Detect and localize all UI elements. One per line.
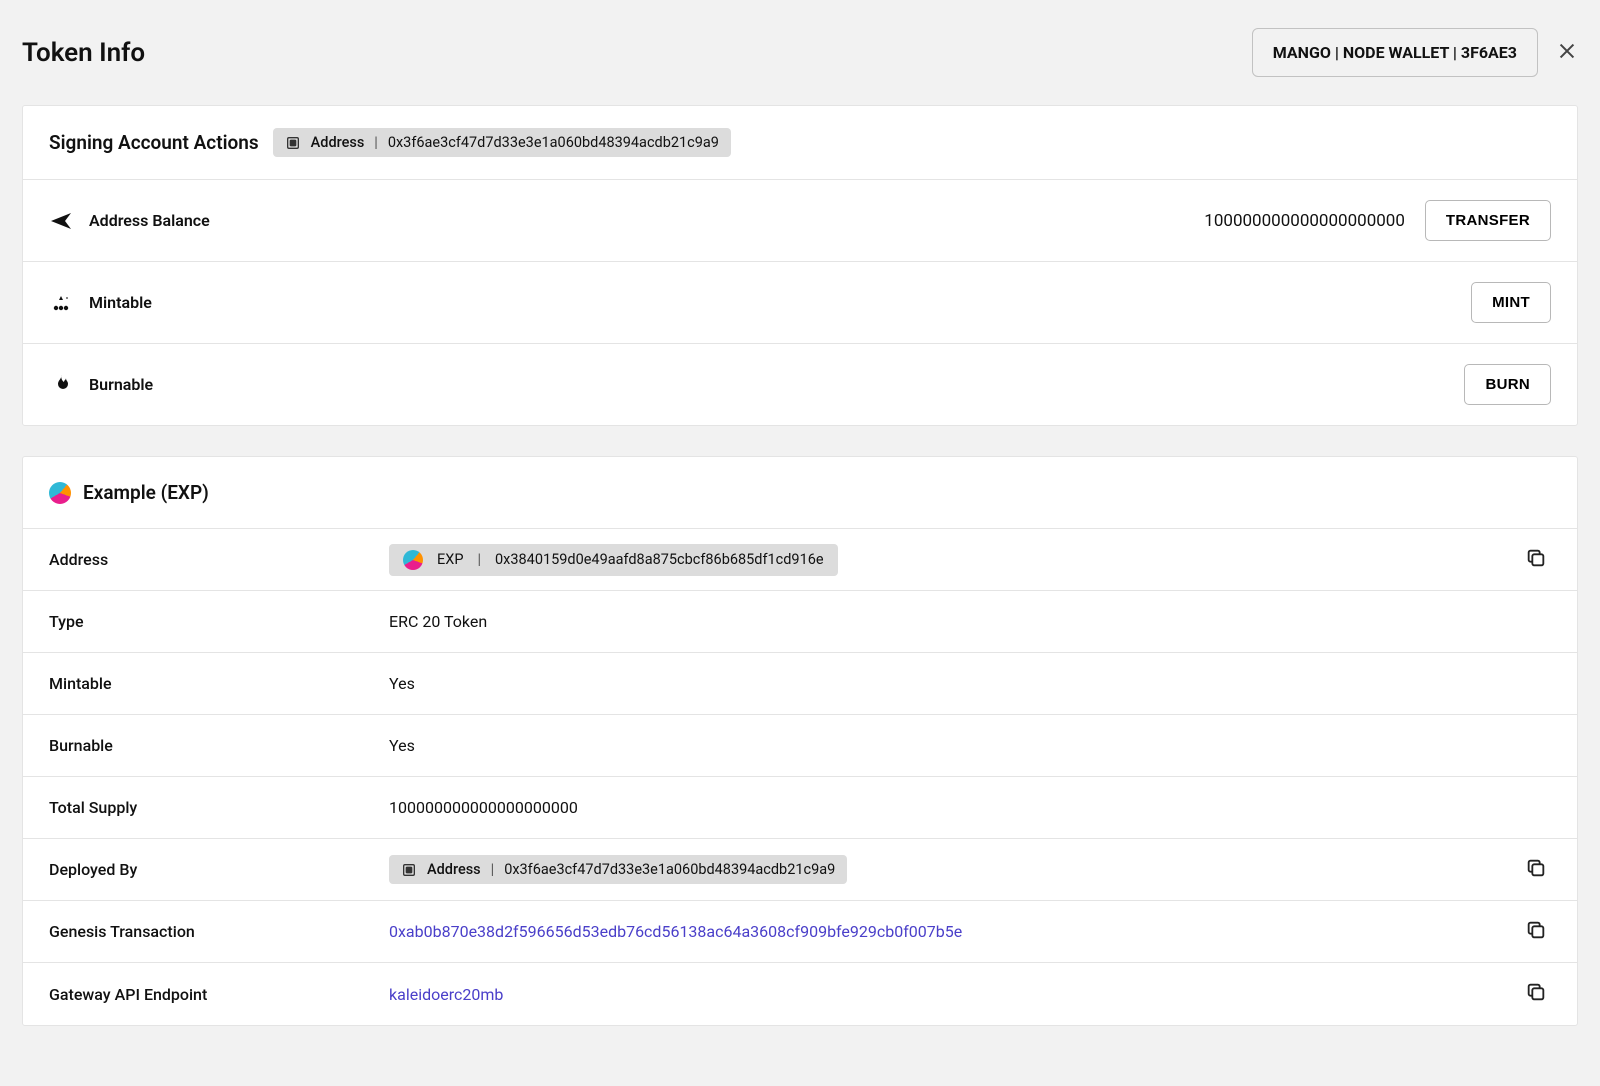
close-button[interactable] — [1556, 40, 1578, 66]
token-deployed-row: Deployed By Address | 0x3f6ae3cf47d7d33e… — [23, 839, 1577, 901]
mint-icon — [49, 291, 89, 315]
copy-deployed-button[interactable] — [1521, 853, 1551, 887]
burn-button[interactable]: BURN — [1464, 364, 1551, 405]
token-supply-value: 100000000000000000000 — [389, 798, 1551, 817]
deployed-address-label: Address — [427, 861, 481, 878]
token-deployed-label: Deployed By — [49, 860, 389, 879]
token-symbol: EXP — [437, 551, 463, 568]
copy-gateway-button[interactable] — [1521, 977, 1551, 1011]
token-logo-icon — [49, 482, 71, 504]
token-gateway-value[interactable]: kaleidoerc20mb — [389, 985, 1521, 1004]
balance-label: Address Balance — [89, 211, 210, 230]
burnable-label: Burnable — [89, 375, 153, 394]
address-icon — [401, 862, 417, 878]
signing-title: Signing Account Actions — [49, 131, 259, 154]
address-icon — [285, 135, 301, 151]
token-burnable-value: Yes — [389, 736, 1551, 755]
signing-card-header: Signing Account Actions Address | 0x3f6a… — [23, 106, 1577, 180]
token-genesis-label: Genesis Transaction — [49, 922, 389, 941]
token-type-label: Type — [49, 612, 389, 631]
token-address-label: Address — [49, 550, 389, 569]
token-type-row: Type ERC 20 Token — [23, 591, 1577, 653]
mintable-row: Mintable MINT — [23, 262, 1577, 344]
token-card-header: Example (EXP) — [23, 457, 1577, 529]
copy-icon — [1525, 857, 1547, 879]
burn-icon — [49, 373, 89, 397]
token-mintable-value: Yes — [389, 674, 1551, 693]
copy-icon — [1525, 547, 1547, 569]
token-title: Example (EXP) — [83, 481, 209, 504]
token-genesis-value[interactable]: 0xab0b870e38d2f596656d53edb76cd56138ac64… — [389, 922, 1521, 941]
close-icon — [1556, 40, 1578, 62]
token-mintable-row: Mintable Yes — [23, 653, 1577, 715]
copy-address-button[interactable] — [1521, 543, 1551, 577]
deployed-address-chip: Address | 0x3f6ae3cf47d7d33e3e1a060bd483… — [389, 855, 847, 884]
signing-address-chip: Address | 0x3f6ae3cf47d7d33e3e1a060bd483… — [273, 128, 731, 157]
wallet-badge[interactable]: MANGO | NODE WALLET | 3F6AE3 — [1252, 28, 1538, 77]
token-mintable-label: Mintable — [49, 674, 389, 693]
mint-button[interactable]: MINT — [1471, 282, 1551, 323]
page-header: Token Info MANGO | NODE WALLET | 3F6AE3 — [22, 0, 1578, 105]
token-gateway-label: Gateway API Endpoint — [49, 985, 389, 1004]
token-logo-icon — [403, 550, 423, 570]
deployed-address-value: 0x3f6ae3cf47d7d33e3e1a060bd48394acdb21c9… — [504, 861, 835, 878]
copy-icon — [1525, 981, 1547, 1003]
copy-genesis-button[interactable] — [1521, 915, 1551, 949]
token-supply-row: Total Supply 100000000000000000000 — [23, 777, 1577, 839]
signing-address-value: 0x3f6ae3cf47d7d33e3e1a060bd48394acdb21c9… — [388, 134, 719, 151]
transfer-button[interactable]: TRANSFER — [1425, 200, 1551, 241]
balance-row: Address Balance 100000000000000000000 TR… — [23, 180, 1577, 262]
balance-value: 100000000000000000000 — [1204, 211, 1405, 231]
token-genesis-row: Genesis Transaction 0xab0b870e38d2f59665… — [23, 901, 1577, 963]
token-address-value: 0x3840159d0e49aafd8a875cbcf86b685df1cd91… — [495, 551, 824, 568]
token-gateway-row: Gateway API Endpoint kaleidoerc20mb — [23, 963, 1577, 1025]
signing-actions-card: Signing Account Actions Address | 0x3f6a… — [22, 105, 1578, 426]
token-burnable-label: Burnable — [49, 736, 389, 755]
signing-address-label: Address — [311, 134, 365, 151]
token-type-value: ERC 20 Token — [389, 612, 1551, 631]
copy-icon — [1525, 919, 1547, 941]
token-address-row: Address EXP | 0x3840159d0e49aafd8a875cbc… — [23, 529, 1577, 591]
token-details-card: Example (EXP) Address EXP | 0x3840159d0e… — [22, 456, 1578, 1026]
burnable-row: Burnable BURN — [23, 344, 1577, 425]
page-title: Token Info — [22, 38, 145, 68]
token-address-chip: EXP | 0x3840159d0e49aafd8a875cbcf86b685d… — [389, 544, 838, 576]
mintable-label: Mintable — [89, 293, 152, 312]
token-supply-label: Total Supply — [49, 798, 389, 817]
send-icon — [49, 209, 89, 233]
token-burnable-row: Burnable Yes — [23, 715, 1577, 777]
